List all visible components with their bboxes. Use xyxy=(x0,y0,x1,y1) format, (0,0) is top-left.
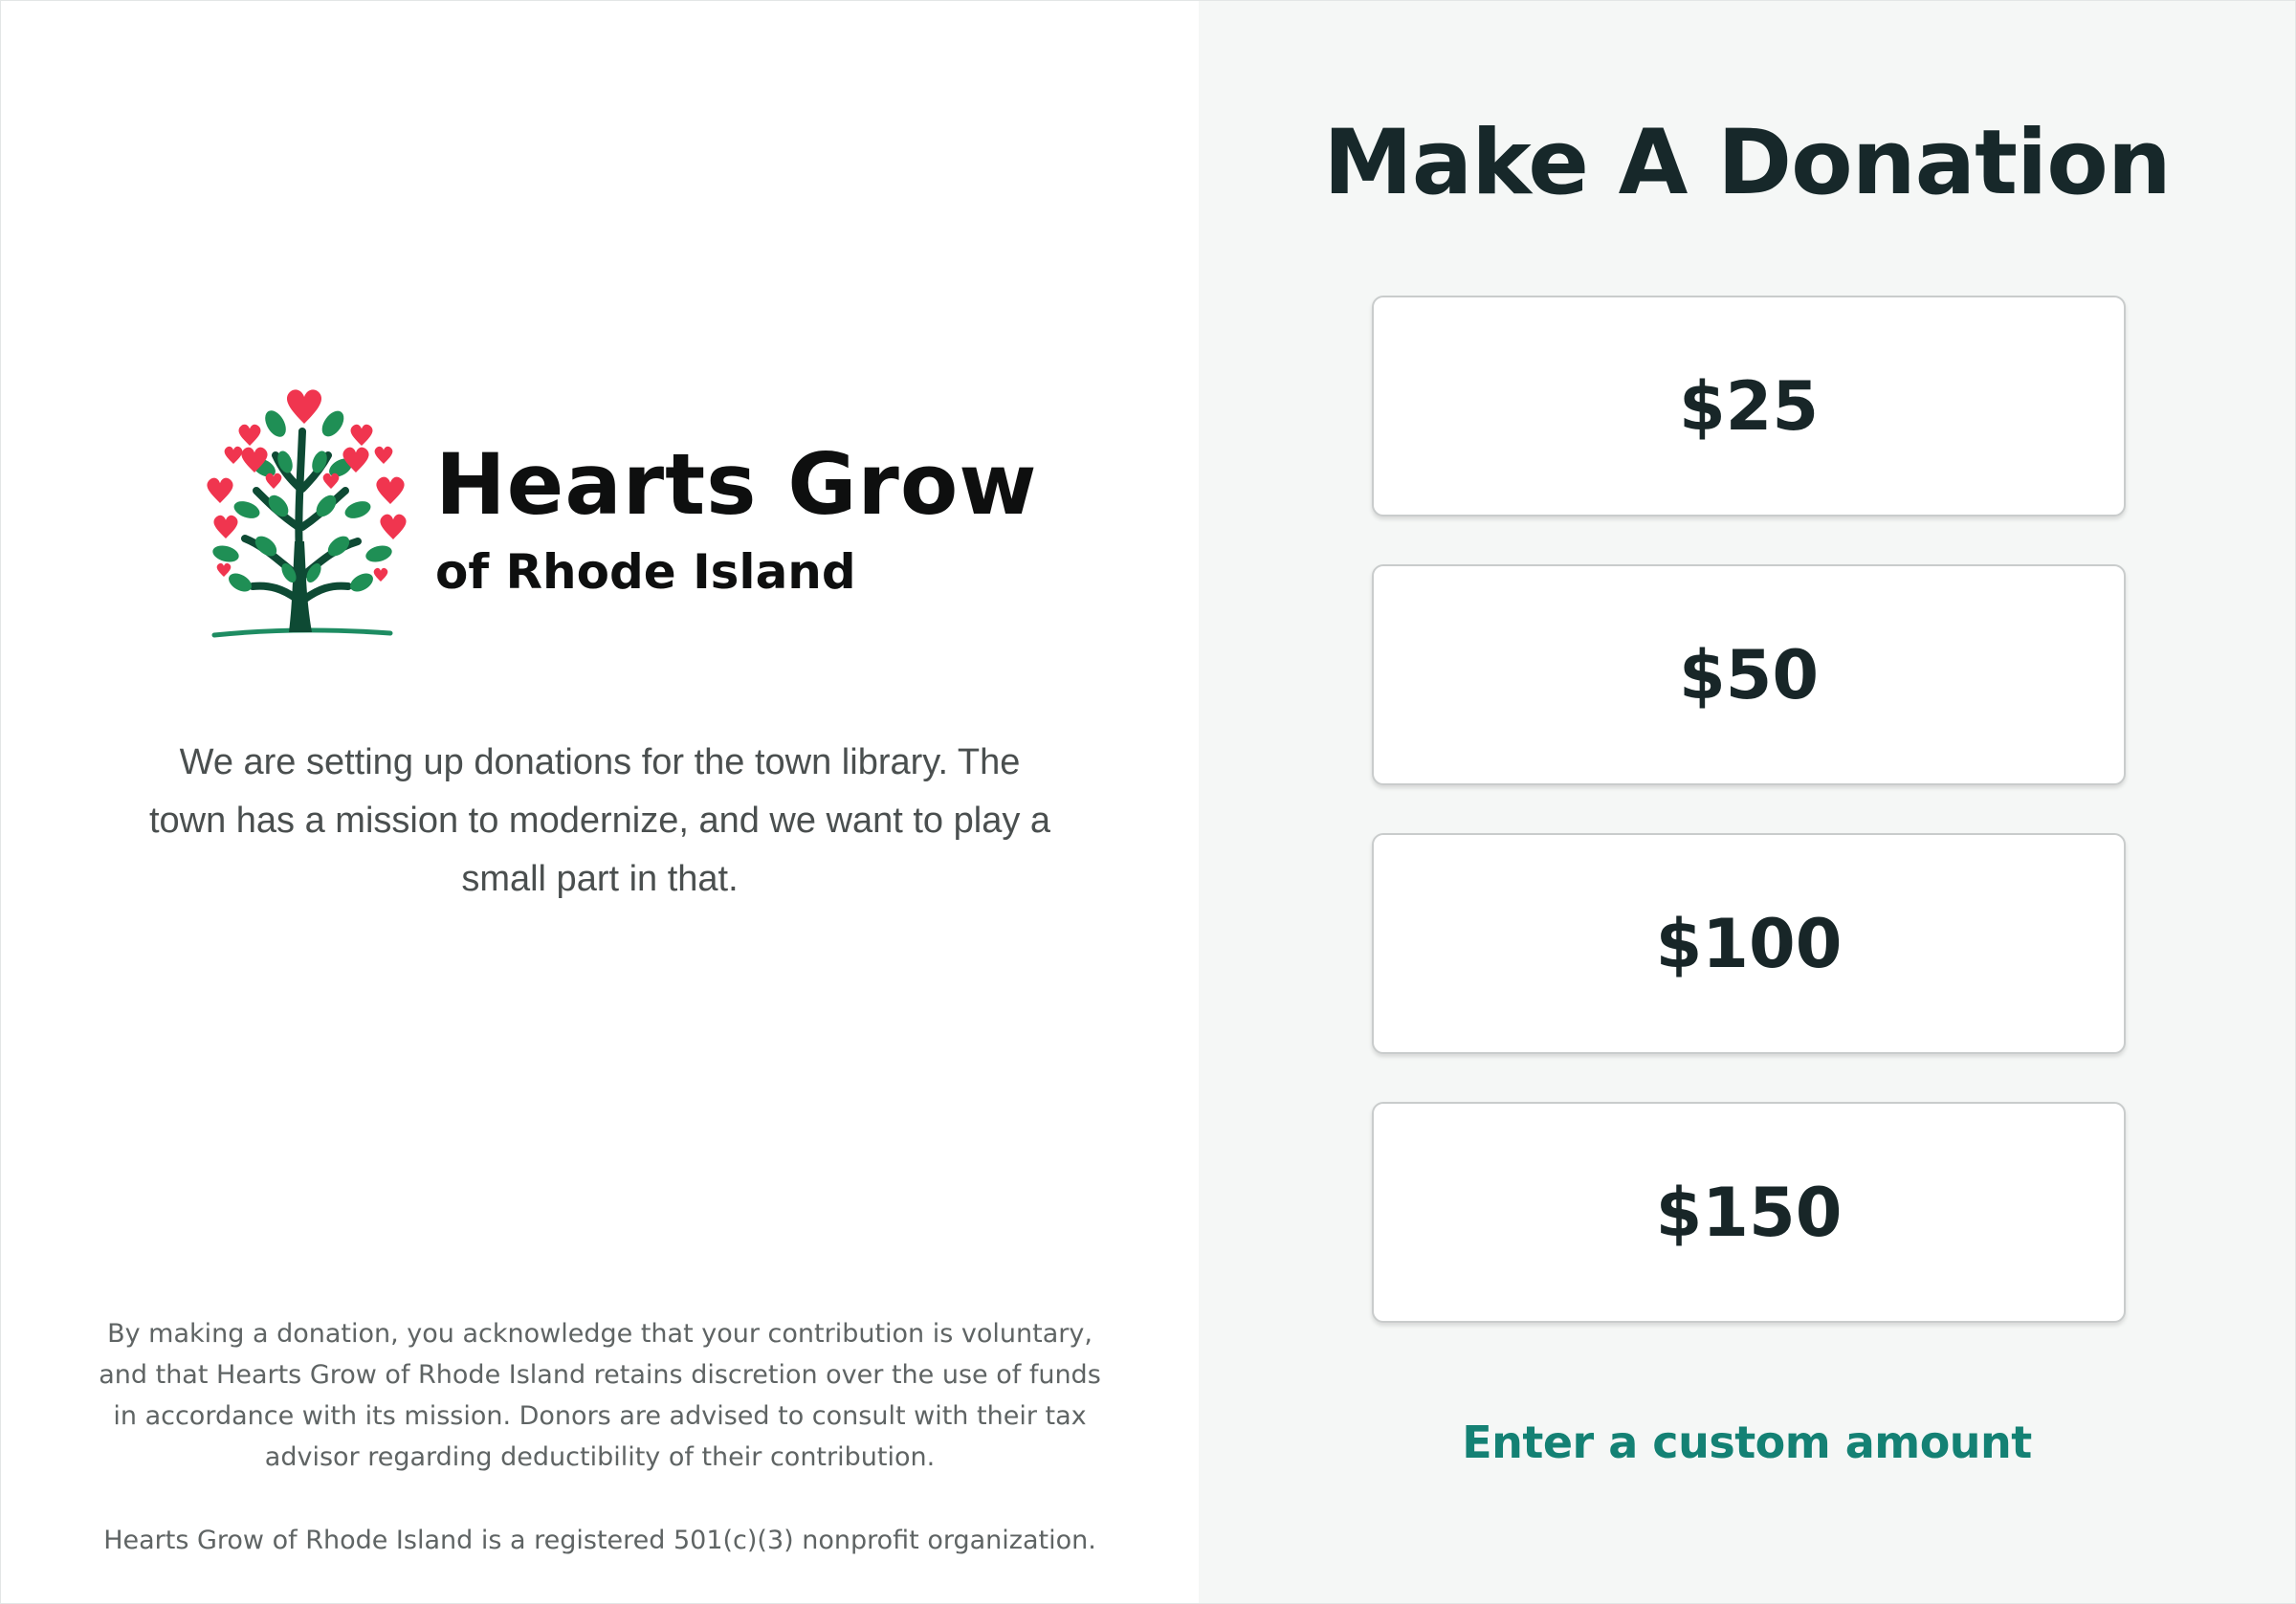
brand-subtitle: of Rhode Island xyxy=(435,544,856,600)
brand-title: Hearts Grow xyxy=(435,435,1038,534)
page-frame: Hearts Grow of Rhode Island We are setti… xyxy=(0,0,2296,1604)
legal-disclaimer: By making a donation, you acknowledge th… xyxy=(99,1319,1101,1472)
brand-logo: Hearts Grow of Rhode Island xyxy=(197,384,1038,642)
donation-heading: Make A Donation xyxy=(1323,111,2172,215)
heart-tree-icon xyxy=(207,389,407,638)
amount-button-150[interactable]: $150 xyxy=(1372,1102,2126,1323)
custom-amount-link[interactable]: Enter a custom amount xyxy=(1199,1417,2295,1468)
donation-panel: Make A Donation $25 $50 $100 $150 Enter … xyxy=(1199,1,2295,1603)
amount-button-25[interactable]: $25 xyxy=(1372,296,2126,516)
nonprofit-notice: Hearts Grow of Rhode Island is a registe… xyxy=(103,1526,1096,1555)
info-panel: Hearts Grow of Rhode Island We are setti… xyxy=(1,1,1199,1603)
brand-wordmark: Hearts Grow of Rhode Island xyxy=(435,435,1038,600)
mission-statement: We are setting up donations for the town… xyxy=(148,742,1051,899)
amount-options: $25 $50 $100 $150 xyxy=(1372,296,2126,1371)
amount-button-100[interactable]: $100 xyxy=(1372,833,2126,1054)
amount-button-50[interactable]: $50 xyxy=(1372,564,2126,785)
